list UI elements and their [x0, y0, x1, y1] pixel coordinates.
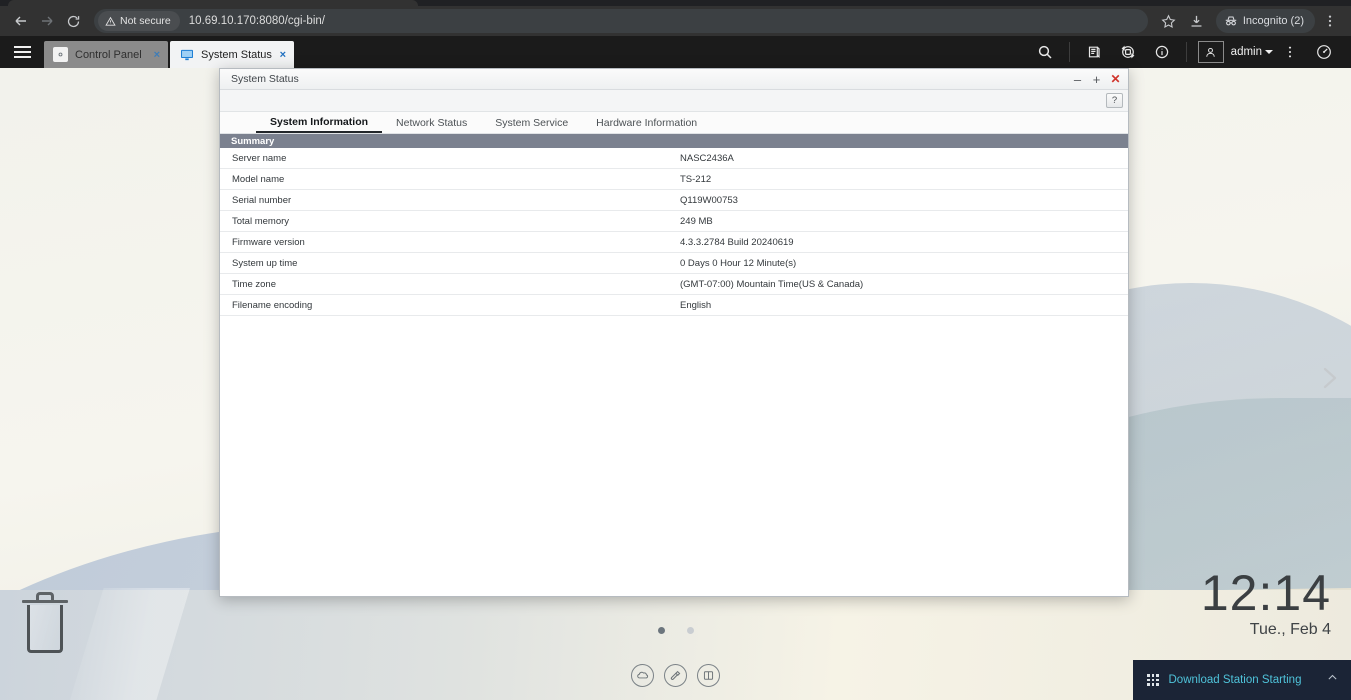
url-text: 10.69.10.170:8080/cgi-bin/ — [189, 15, 325, 27]
taskbar-tab-label: System Status — [201, 49, 273, 61]
address-bar[interactable]: Not secure 10.69.10.170:8080/cgi-bin/ — [94, 9, 1148, 33]
desktop-clock: 12:14 Tue., Feb 4 — [1201, 566, 1331, 640]
maximize-button[interactable]: + — [1088, 71, 1105, 88]
reload-icon[interactable] — [60, 8, 86, 34]
tab-hardware-information[interactable]: Hardware Information — [582, 112, 711, 133]
row-value: 0 Days 0 Hour 12 Minute(s) — [680, 258, 796, 269]
back-icon[interactable] — [8, 8, 34, 34]
dashboard-gauge-icon[interactable] — [1307, 36, 1341, 68]
chevron-up-icon[interactable] — [1326, 671, 1339, 689]
row-label: Total memory — [220, 216, 680, 227]
window-title: System Status — [231, 73, 1069, 85]
clock-date: Tue., Feb 4 — [1201, 620, 1331, 640]
row-label: Time zone — [220, 279, 680, 290]
close-icon[interactable]: × — [154, 49, 160, 61]
taskbar-overflow-icon[interactable] — [1273, 36, 1307, 68]
gear-icon — [53, 47, 68, 62]
taskbar-tab-label: Control Panel — [75, 49, 147, 61]
notification-label: Download Station Starting — [1169, 674, 1317, 686]
qnap-taskbar: Control Panel × System Status × — [0, 36, 1351, 68]
section-header-label: Summary — [231, 136, 274, 147]
table-row: Model name TS-212 — [220, 169, 1128, 190]
incognito-label: Incognito (2) — [1243, 15, 1304, 27]
main-menu-icon[interactable] — [0, 36, 44, 68]
row-value: TS-212 — [680, 174, 711, 185]
page-dot[interactable] — [687, 627, 694, 634]
security-status-label: Not secure — [120, 15, 171, 27]
browser-toolbar: Not secure 10.69.10.170:8080/cgi-bin/ — [0, 6, 1351, 36]
divider — [1186, 42, 1187, 62]
security-status-badge[interactable]: Not secure — [98, 11, 180, 31]
trash-can-icon[interactable] — [22, 592, 68, 654]
system-status-window: System Status – + ✕ ? System Information… — [219, 68, 1129, 597]
row-value: NASC2436A — [680, 153, 734, 164]
table-row: System up time 0 Days 0 Hour 12 Minute(s… — [220, 253, 1128, 274]
table-row: Serial number Q119W00753 — [220, 190, 1128, 211]
page-dot-active[interactable] — [658, 627, 665, 634]
row-label: Server name — [220, 153, 680, 164]
close-icon[interactable]: × — [280, 49, 286, 61]
browser-actions: Incognito (2) — [1156, 8, 1343, 34]
search-icon[interactable] — [1028, 36, 1062, 68]
row-value: 249 MB — [680, 216, 713, 227]
trash-lid — [22, 600, 68, 603]
row-label: Filename encoding — [220, 300, 680, 311]
external-device-icon[interactable] — [1111, 36, 1145, 68]
table-row: Firmware version 4.3.3.2784 Build 202406… — [220, 232, 1128, 253]
divider — [1069, 42, 1070, 62]
row-label: Model name — [220, 174, 680, 185]
hammer-tools-icon[interactable] — [664, 664, 687, 687]
section-header: Summary — [220, 134, 1128, 148]
taskbar-tab-control-panel[interactable]: Control Panel × — [44, 41, 168, 68]
star-icon[interactable] — [1156, 8, 1182, 34]
window-tab-bar: System Information Network Status System… — [220, 112, 1128, 134]
app-grid-icon — [1147, 674, 1159, 686]
window-toolbar: ? — [220, 90, 1128, 112]
clock-time: 12:14 — [1201, 566, 1331, 620]
taskbar-tabs: Control Panel × System Status × — [44, 36, 294, 68]
row-value: (GMT-07:00) Mountain Time(US & Canada) — [680, 279, 863, 290]
chevron-down-icon[interactable] — [1265, 50, 1273, 54]
taskbar-action-icons: admin — [1028, 36, 1351, 68]
user-avatar-icon[interactable] — [1198, 41, 1224, 63]
background-task-icon[interactable] — [1077, 36, 1111, 68]
warning-triangle-icon — [105, 16, 116, 27]
row-label: Firmware version — [220, 237, 680, 248]
monitor-icon — [179, 47, 194, 62]
browser-menu-icon[interactable] — [1317, 8, 1343, 34]
table-row: Total memory 249 MB — [220, 211, 1128, 232]
browser-chrome: Not secure 10.69.10.170:8080/cgi-bin/ — [0, 0, 1351, 36]
taskbar-tab-system-status[interactable]: System Status × — [170, 41, 294, 68]
forward-icon[interactable] — [34, 8, 60, 34]
system-information-table: Server name NASC2436A Model name TS-212 … — [220, 148, 1128, 596]
row-label: System up time — [220, 258, 680, 269]
table-row: Filename encoding English — [220, 295, 1128, 316]
minimize-button[interactable]: – — [1069, 71, 1086, 88]
window-controls: – + ✕ — [1069, 71, 1124, 88]
chevron-right-icon[interactable] — [1315, 364, 1343, 392]
row-value: Q119W00753 — [680, 195, 738, 206]
row-value: English — [680, 300, 711, 311]
close-button[interactable]: ✕ — [1107, 71, 1124, 88]
help-button[interactable]: ? — [1106, 93, 1123, 108]
desktop-page-indicator[interactable] — [0, 627, 1351, 634]
book-icon[interactable] — [697, 664, 720, 687]
tab-network-status[interactable]: Network Status — [382, 112, 481, 133]
row-value: 4.3.3.2784 Build 20240619 — [680, 237, 794, 248]
info-icon[interactable] — [1145, 36, 1179, 68]
cloud-icon[interactable] — [631, 664, 654, 687]
window-title-bar[interactable]: System Status – + ✕ — [220, 69, 1128, 90]
table-row: Time zone (GMT-07:00) Mountain Time(US &… — [220, 274, 1128, 295]
username-label[interactable]: admin — [1231, 46, 1262, 58]
incognito-indicator[interactable]: Incognito (2) — [1216, 9, 1315, 33]
incognito-icon — [1224, 14, 1238, 28]
tab-system-information[interactable]: System Information — [256, 112, 382, 133]
row-label: Serial number — [220, 195, 680, 206]
download-station-notification[interactable]: Download Station Starting — [1133, 660, 1351, 700]
tab-system-service[interactable]: System Service — [481, 112, 582, 133]
table-row: Server name NASC2436A — [220, 148, 1128, 169]
download-icon[interactable] — [1184, 8, 1210, 34]
